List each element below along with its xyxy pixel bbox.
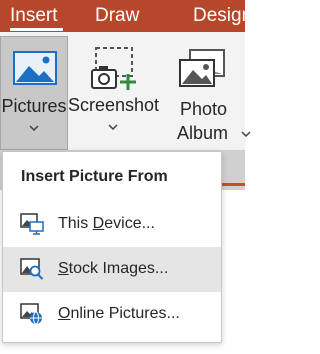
menu-item-label: This Device...: [58, 215, 155, 232]
photo-album-label-line1: Photo: [179, 99, 228, 119]
menu-item-label: Stock Images...: [58, 260, 169, 277]
online-pictures-icon: [20, 303, 42, 325]
pictures-icon: [13, 51, 57, 85]
slide-accent-line: [222, 183, 245, 186]
photo-album-icon: [179, 49, 225, 87]
tab-design[interactable]: Design: [193, 0, 252, 32]
menu-item-this-device[interactable]: This Device...: [3, 202, 221, 247]
pictures-label: Pictures: [1, 96, 67, 116]
pictures-button[interactable]: Pictures: [0, 36, 68, 150]
insert-picture-menu: Insert Picture From This Device... Stock…: [2, 151, 222, 343]
photo-album-button[interactable]: Photo Album: [162, 36, 251, 150]
active-tab-indicator: [10, 28, 63, 31]
screenshot-button[interactable]: Screenshot: [68, 36, 160, 150]
stock-images-icon: [20, 258, 44, 280]
chevron-down-icon: [108, 124, 118, 130]
chevron-down-icon: [241, 131, 251, 138]
menu-item-label: Online Pictures...: [58, 305, 180, 322]
photo-album-label-line2: Album: [162, 122, 260, 144]
chevron-down-icon: [29, 125, 39, 131]
menu-item-online-pictures[interactable]: Online Pictures...: [3, 292, 221, 337]
this-device-icon: [20, 213, 44, 235]
menu-item-stock-images[interactable]: Stock Images...: [3, 247, 221, 292]
screenshot-icon: [91, 47, 136, 90]
tab-draw[interactable]: Draw: [95, 0, 139, 32]
menu-header: Insert Picture From: [21, 168, 168, 185]
ribbon-tab-bar: Insert Draw Design: [0, 0, 252, 32]
screenshot-label: Screenshot: [68, 95, 160, 115]
